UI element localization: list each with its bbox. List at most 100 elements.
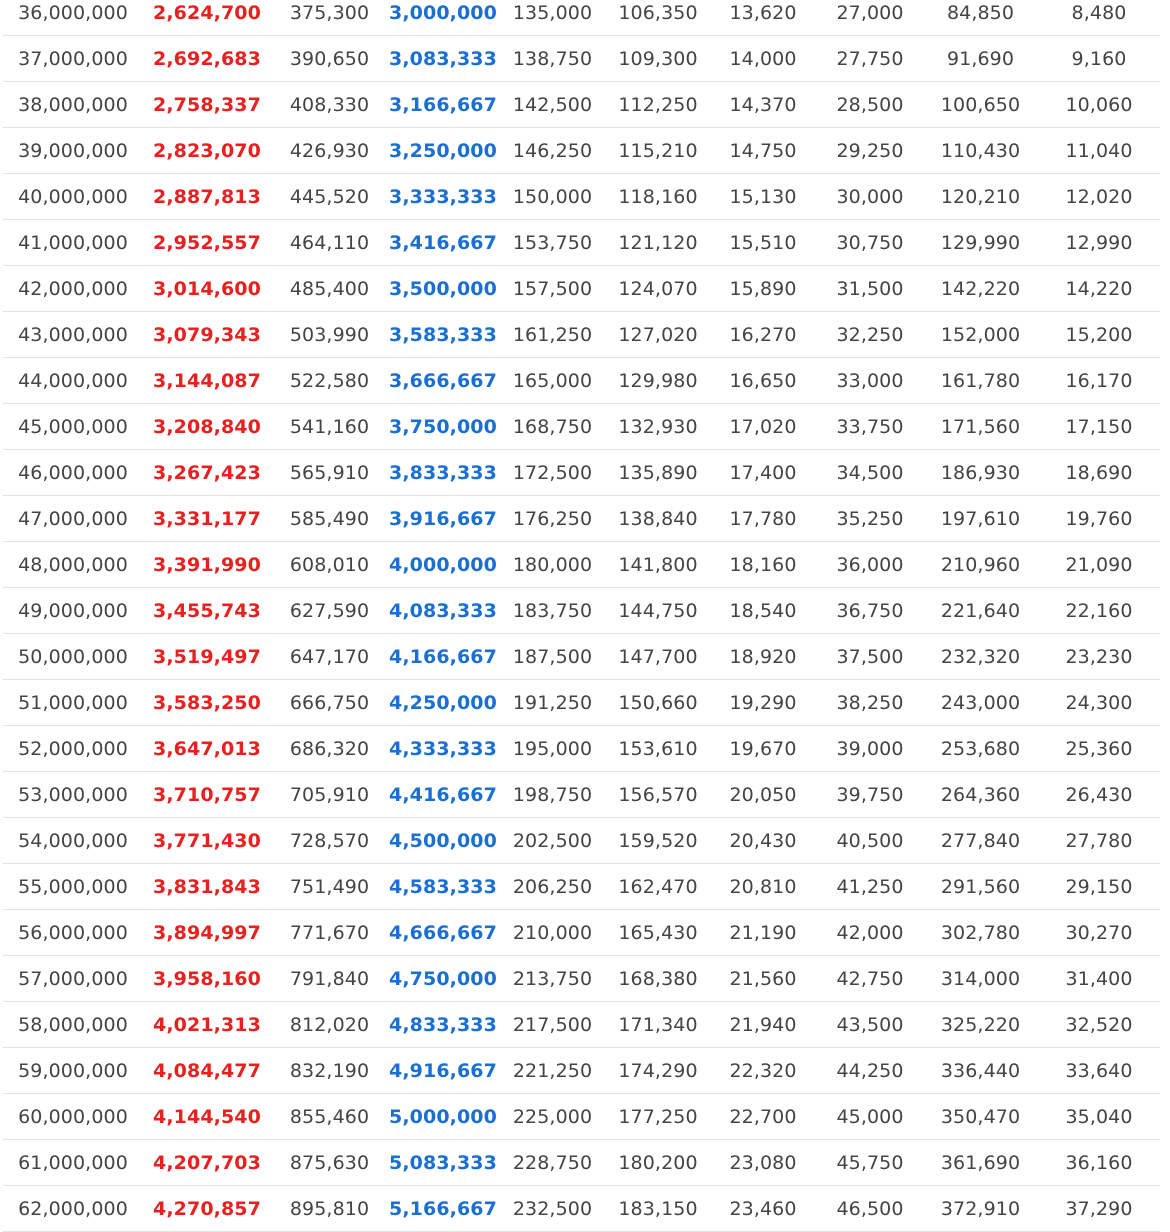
local-income-tax-cell: 23,230	[1038, 633, 1160, 680]
long-term-care-cell: 18,160	[709, 541, 817, 588]
local-income-tax-cell: 12,990	[1038, 219, 1160, 266]
table-row: 40,000,000 2,887,813 445,520 3,333,333 150,0…	[3, 173, 1160, 220]
table-row: 43,000,000 3,079,343 503,990 3,583,333 161,2…	[3, 311, 1160, 358]
monthly-gross-cell: 4,166,667	[388, 633, 498, 680]
monthly-deduction-cell: 686,320	[271, 725, 388, 772]
health-insurance-cell: 141,800	[607, 541, 709, 588]
monthly-net-pay-cell: 4,144,540	[143, 1093, 271, 1140]
national-pension-cell: 191,250	[498, 679, 607, 726]
monthly-deduction-cell: 541,160	[271, 403, 388, 450]
monthly-deduction-cell: 666,750	[271, 679, 388, 726]
monthly-net-pay-cell: 3,267,423	[143, 449, 271, 496]
monthly-gross-cell: 3,250,000	[388, 127, 498, 174]
local-income-tax-cell: 19,760	[1038, 495, 1160, 542]
income-tax-cell: 186,930	[923, 449, 1038, 496]
local-income-tax-cell: 35,040	[1038, 1093, 1160, 1140]
monthly-gross-cell: 5,000,000	[388, 1093, 498, 1140]
income-tax-cell: 142,220	[923, 265, 1038, 312]
employment-insurance-cell: 33,000	[817, 357, 923, 404]
monthly-deduction-cell: 390,650	[271, 35, 388, 82]
employment-insurance-cell: 33,750	[817, 403, 923, 450]
health-insurance-cell: 183,150	[607, 1185, 709, 1232]
health-insurance-cell: 115,210	[607, 127, 709, 174]
national-pension-cell: 228,750	[498, 1139, 607, 1186]
national-pension-cell: 195,000	[498, 725, 607, 772]
monthly-net-pay-cell: 2,624,700	[143, 0, 271, 36]
monthly-net-pay-cell: 2,692,683	[143, 35, 271, 82]
annual-salary-cell: 37,000,000	[3, 35, 143, 82]
monthly-net-pay-cell: 4,270,857	[143, 1185, 271, 1232]
employment-insurance-cell: 36,750	[817, 587, 923, 634]
monthly-gross-cell: 3,166,667	[388, 81, 498, 128]
health-insurance-cell: 106,350	[607, 0, 709, 36]
monthly-deduction-cell: 522,580	[271, 357, 388, 404]
national-pension-cell: 146,250	[498, 127, 607, 174]
income-tax-cell: 314,000	[923, 955, 1038, 1002]
long-term-care-cell: 23,460	[709, 1185, 817, 1232]
income-tax-cell: 350,470	[923, 1093, 1038, 1140]
monthly-deduction-cell: 408,330	[271, 81, 388, 128]
local-income-tax-cell: 12,020	[1038, 173, 1160, 220]
table-row: 47,000,000 3,331,177 585,490 3,916,667 176,2…	[3, 495, 1160, 542]
income-tax-cell: 361,690	[923, 1139, 1038, 1186]
long-term-care-cell: 21,560	[709, 955, 817, 1002]
monthly-gross-cell: 4,416,667	[388, 771, 498, 818]
income-tax-cell: 161,780	[923, 357, 1038, 404]
monthly-deduction-cell: 485,400	[271, 265, 388, 312]
long-term-care-cell: 20,050	[709, 771, 817, 818]
table-row: 41,000,000 2,952,557 464,110 3,416,667 153,7…	[3, 219, 1160, 266]
national-pension-cell: 153,750	[498, 219, 607, 266]
employment-insurance-cell: 38,250	[817, 679, 923, 726]
annual-salary-cell: 50,000,000	[3, 633, 143, 680]
income-tax-cell: 372,910	[923, 1185, 1038, 1232]
long-term-care-cell: 19,290	[709, 679, 817, 726]
health-insurance-cell: 171,340	[607, 1001, 709, 1048]
employment-insurance-cell: 30,000	[817, 173, 923, 220]
income-tax-cell: 110,430	[923, 127, 1038, 174]
health-insurance-cell: 180,200	[607, 1139, 709, 1186]
annual-salary-cell: 57,000,000	[3, 955, 143, 1002]
table-row: 58,000,000 4,021,313 812,020 4,833,333 217,5…	[3, 1001, 1160, 1048]
annual-salary-cell: 49,000,000	[3, 587, 143, 634]
monthly-deduction-cell: 647,170	[271, 633, 388, 680]
employment-insurance-cell: 32,250	[817, 311, 923, 358]
national-pension-cell: 206,250	[498, 863, 607, 910]
local-income-tax-cell: 17,150	[1038, 403, 1160, 450]
national-pension-cell: 232,500	[498, 1185, 607, 1232]
annual-salary-cell: 39,000,000	[3, 127, 143, 174]
employment-insurance-cell: 39,000	[817, 725, 923, 772]
health-insurance-cell: 150,660	[607, 679, 709, 726]
annual-salary-cell: 40,000,000	[3, 173, 143, 220]
local-income-tax-cell: 33,640	[1038, 1047, 1160, 1094]
national-pension-cell: 176,250	[498, 495, 607, 542]
national-pension-cell: 138,750	[498, 35, 607, 82]
monthly-net-pay-cell: 3,583,250	[143, 679, 271, 726]
monthly-gross-cell: 4,750,000	[388, 955, 498, 1002]
national-pension-cell: 217,500	[498, 1001, 607, 1048]
health-insurance-cell: 129,980	[607, 357, 709, 404]
table-row: 55,000,000 3,831,843 751,490 4,583,333 206,2…	[3, 863, 1160, 910]
income-tax-cell: 253,680	[923, 725, 1038, 772]
income-tax-cell: 210,960	[923, 541, 1038, 588]
table-row: 60,000,000 4,144,540 855,460 5,000,000 225,0…	[3, 1093, 1160, 1140]
annual-salary-cell: 61,000,000	[3, 1139, 143, 1186]
local-income-tax-cell: 26,430	[1038, 771, 1160, 818]
monthly-deduction-cell: 705,910	[271, 771, 388, 818]
table-row: 53,000,000 3,710,757 705,910 4,416,667 198,7…	[3, 771, 1160, 818]
income-tax-cell: 264,360	[923, 771, 1038, 818]
monthly-net-pay-cell: 2,952,557	[143, 219, 271, 266]
national-pension-cell: 150,000	[498, 173, 607, 220]
monthly-net-pay-cell: 2,823,070	[143, 127, 271, 174]
monthly-gross-cell: 3,583,333	[388, 311, 498, 358]
employment-insurance-cell: 30,750	[817, 219, 923, 266]
income-tax-cell: 232,320	[923, 633, 1038, 680]
monthly-deduction-cell: 728,570	[271, 817, 388, 864]
long-term-care-cell: 20,430	[709, 817, 817, 864]
local-income-tax-cell: 24,300	[1038, 679, 1160, 726]
monthly-deduction-cell: 585,490	[271, 495, 388, 542]
health-insurance-cell: 156,570	[607, 771, 709, 818]
monthly-gross-cell: 4,083,333	[388, 587, 498, 634]
employment-insurance-cell: 39,750	[817, 771, 923, 818]
monthly-net-pay-cell: 3,647,013	[143, 725, 271, 772]
health-insurance-cell: 162,470	[607, 863, 709, 910]
